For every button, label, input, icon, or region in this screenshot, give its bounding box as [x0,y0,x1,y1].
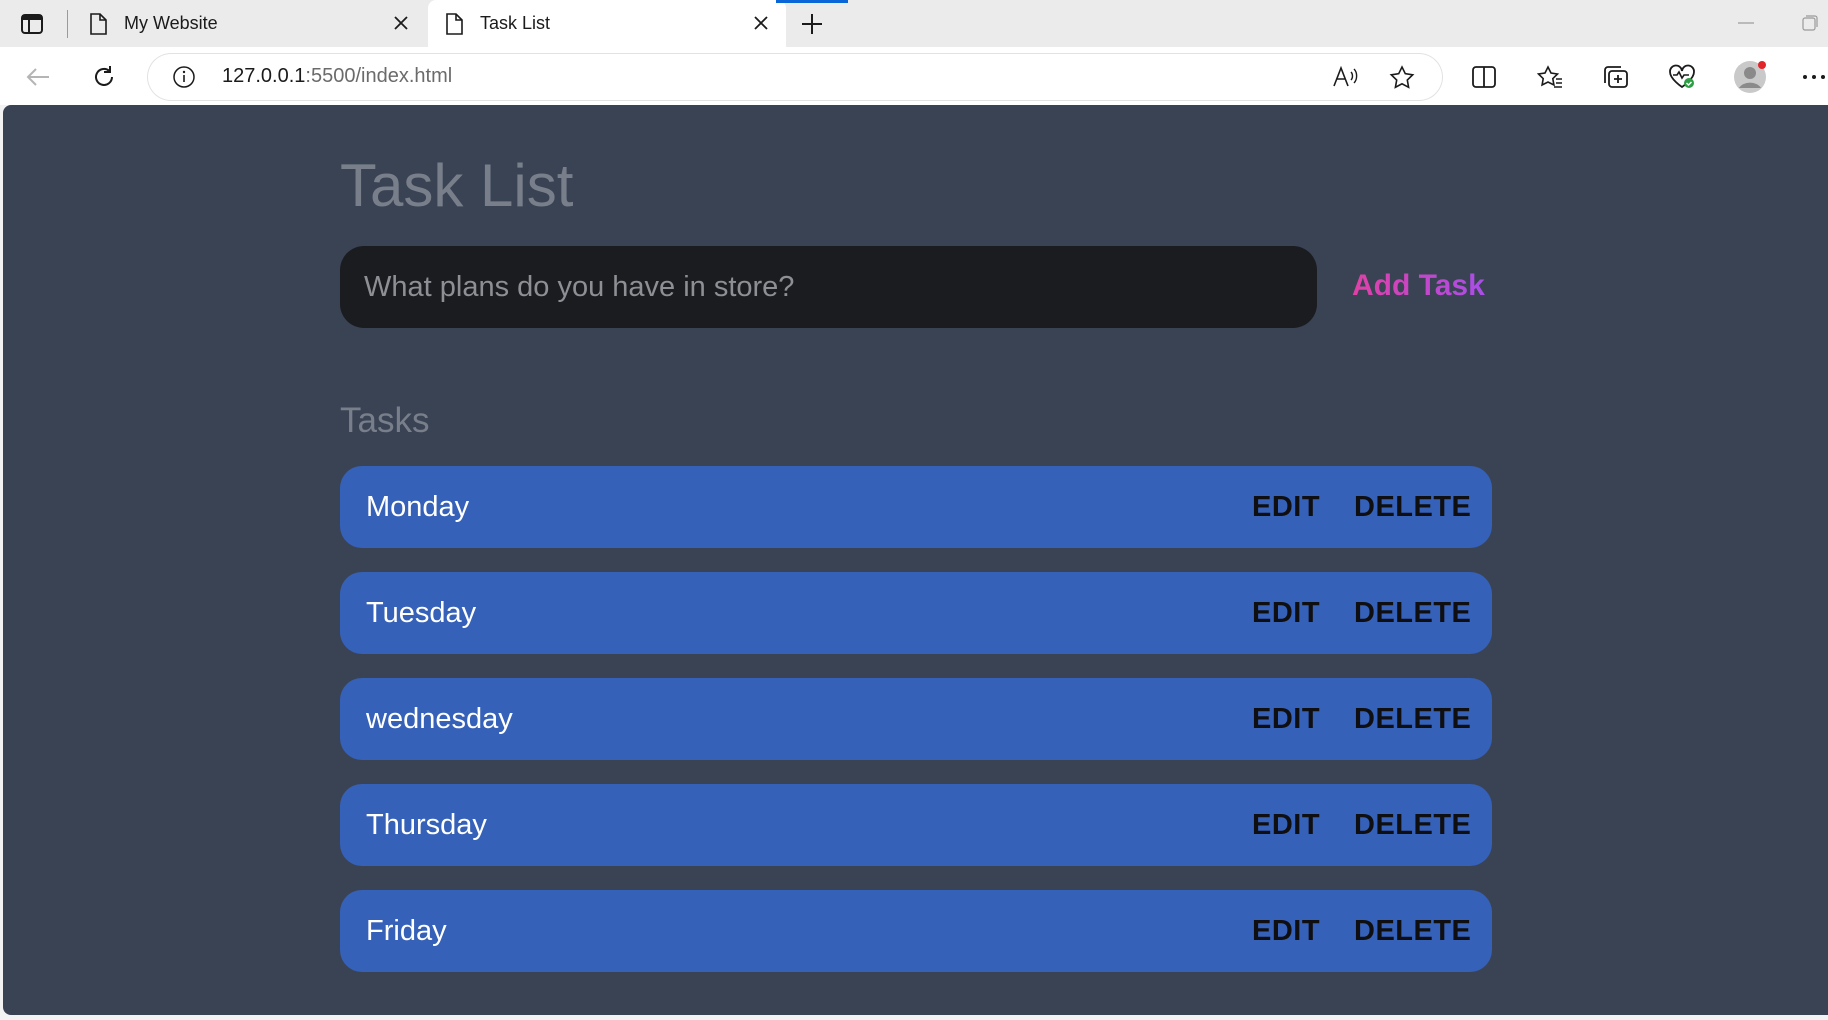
window-bottom-edge [0,1015,1828,1020]
tab-task-list[interactable]: Task List [428,0,786,47]
close-icon[interactable] [390,12,412,34]
url-text[interactable]: 127.0.0.1:5500/index.html [222,65,452,88]
edit-button[interactable]: EDIT [1252,597,1320,630]
document-icon [442,11,466,37]
loading-indicator [776,0,848,3]
url-host: 127.0.0.1 [222,65,306,87]
profile-icon[interactable] [1732,59,1768,95]
add-task-button[interactable]: Add Task [1352,269,1485,303]
minimize-icon[interactable] [1732,10,1760,36]
collections-icon[interactable] [1598,59,1634,95]
tab-title: My Website [124,13,218,33]
task-name[interactable]: Thursday [366,809,487,842]
url-path: :5500/index.html [305,65,453,87]
task-name[interactable]: Tuesday [366,597,476,630]
delete-button[interactable]: DELETE [1354,915,1471,948]
page-title: Task List [340,152,574,219]
delete-button[interactable]: DELETE [1354,809,1471,842]
task-name[interactable]: wednesday [366,703,513,736]
tab-divider [67,10,68,38]
address-bar[interactable]: 127.0.0.1:5500/index.html [148,54,1442,100]
plus-icon[interactable] [796,9,828,39]
task-list: Monday EDIT DELETE Tuesday EDIT DELETE w… [340,466,1492,996]
more-icon[interactable] [1796,59,1828,95]
document-icon [86,11,110,37]
star-icon[interactable] [1388,63,1416,91]
edit-button[interactable]: EDIT [1252,491,1320,524]
tasks-heading: Tasks [340,401,430,440]
page-viewport: Task List Add Task Tasks Monday EDIT DEL… [3,105,1828,1015]
restore-icon[interactable] [1796,10,1824,36]
tab-bar: My Website Task List [0,0,1828,47]
back-arrow-icon[interactable] [20,59,56,95]
delete-button[interactable]: DELETE [1354,703,1471,736]
tab-my-website[interactable]: My Website [86,0,426,47]
info-icon[interactable] [172,65,196,89]
browser-essentials-icon[interactable] [1664,59,1700,95]
refresh-icon[interactable] [86,59,122,95]
task-item: wednesday EDIT DELETE [340,678,1492,760]
edit-button[interactable]: EDIT [1252,915,1320,948]
task-item: Tuesday EDIT DELETE [340,572,1492,654]
task-item: Friday EDIT DELETE [340,890,1492,972]
edit-button[interactable]: EDIT [1252,809,1320,842]
task-name[interactable]: Monday [366,491,469,524]
delete-button[interactable]: DELETE [1354,491,1471,524]
favorites-icon[interactable] [1532,59,1568,95]
task-item: Thursday EDIT DELETE [340,784,1492,866]
task-input[interactable] [340,246,1317,328]
edit-button[interactable]: EDIT [1252,703,1320,736]
sidebar-icon[interactable] [18,11,46,37]
task-item: Monday EDIT DELETE [340,466,1492,548]
read-aloud-icon[interactable] [1332,63,1360,91]
delete-button[interactable]: DELETE [1354,597,1471,630]
task-name[interactable]: Friday [366,915,447,948]
close-icon[interactable] [750,12,772,34]
split-screen-icon[interactable] [1466,59,1502,95]
tab-title: Task List [480,13,551,33]
